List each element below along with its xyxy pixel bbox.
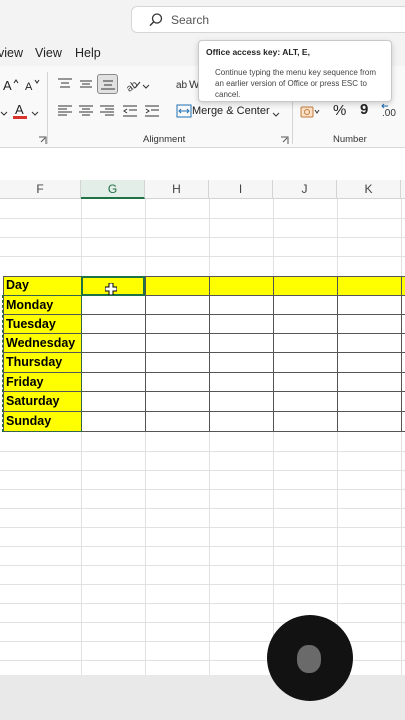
- svg-text:.00: .00: [382, 108, 396, 119]
- fill-color-dropdown-icon[interactable]: [0, 104, 10, 122]
- column-header-h[interactable]: H: [145, 180, 209, 199]
- search-placeholder: Search: [171, 13, 210, 27]
- svg-text:W: W: [189, 79, 198, 91]
- increase-font-size-button[interactable]: A: [2, 76, 20, 94]
- percent-style-button[interactable]: %: [333, 102, 346, 119]
- align-left-icon[interactable]: [55, 102, 75, 120]
- column-header-g[interactable]: G: [81, 180, 145, 199]
- title-bar: Search: [0, 0, 405, 40]
- tab-help[interactable]: Help: [75, 46, 101, 60]
- align-center-icon[interactable]: [76, 102, 96, 120]
- svg-text:ab: ab: [176, 80, 188, 91]
- decrease-font-size-button[interactable]: A: [24, 76, 42, 94]
- svg-text:A: A: [15, 102, 24, 117]
- search-icon: [148, 12, 164, 28]
- tooltip-body: Continue typing the menu key sequence fr…: [215, 68, 376, 99]
- column-header-f[interactable]: F: [0, 180, 81, 199]
- orientation-dropdown-icon[interactable]: [141, 77, 151, 95]
- svg-text:A: A: [3, 78, 12, 93]
- alignment-dialog-launcher-icon[interactable]: [278, 134, 290, 146]
- day-header-cell[interactable]: Day: [3, 276, 81, 295]
- svg-text:ab: ab: [125, 79, 141, 92]
- tab-view[interactable]: View: [35, 46, 62, 60]
- number-group-label: Number: [333, 134, 367, 145]
- font-color-icon[interactable]: A: [10, 102, 30, 120]
- copy-marquee: [2, 295, 82, 432]
- tooltip-title: Office access key: ALT, E,: [206, 47, 310, 57]
- bottom-align-icon[interactable]: [97, 74, 118, 94]
- cell-cursor-icon: [104, 282, 118, 300]
- align-right-icon[interactable]: [97, 102, 117, 120]
- column-header-k[interactable]: K: [337, 180, 401, 199]
- font-color-dropdown-icon[interactable]: [30, 104, 40, 122]
- column-header-j[interactable]: J: [273, 180, 337, 199]
- comma-style-button[interactable]: 9: [360, 101, 368, 118]
- wrap-text-button[interactable]: ab W: [174, 75, 198, 93]
- tab-review[interactable]: view: [0, 46, 23, 60]
- face-image: [297, 645, 321, 673]
- accounting-format-icon[interactable]: [299, 103, 321, 121]
- middle-align-icon[interactable]: [76, 75, 96, 93]
- merge-center-dropdown-icon[interactable]: [271, 105, 281, 123]
- webcam-avatar: [267, 615, 353, 701]
- column-header-i[interactable]: I: [209, 180, 273, 199]
- spreadsheet-grid[interactable]: F G H I J K Day Monday Tuesday Wednesday…: [0, 150, 405, 675]
- decrease-indent-icon[interactable]: [120, 102, 140, 120]
- increase-decimal-icon[interactable]: .00: [380, 102, 404, 120]
- alignment-group-label: Alignment: [143, 134, 186, 145]
- svg-text:A: A: [25, 81, 33, 93]
- orientation-icon[interactable]: ab: [123, 75, 143, 93]
- search-box[interactable]: Search: [131, 6, 405, 33]
- column-header-row: F G H I J K: [0, 180, 405, 199]
- increase-indent-icon[interactable]: [142, 102, 162, 120]
- merge-center-button[interactable]: Merge & Center: [192, 105, 270, 117]
- top-align-icon[interactable]: [55, 75, 75, 93]
- access-key-tooltip: Office access key: ALT, E, Continue typi…: [198, 40, 392, 102]
- merge-center-icon[interactable]: [174, 102, 194, 120]
